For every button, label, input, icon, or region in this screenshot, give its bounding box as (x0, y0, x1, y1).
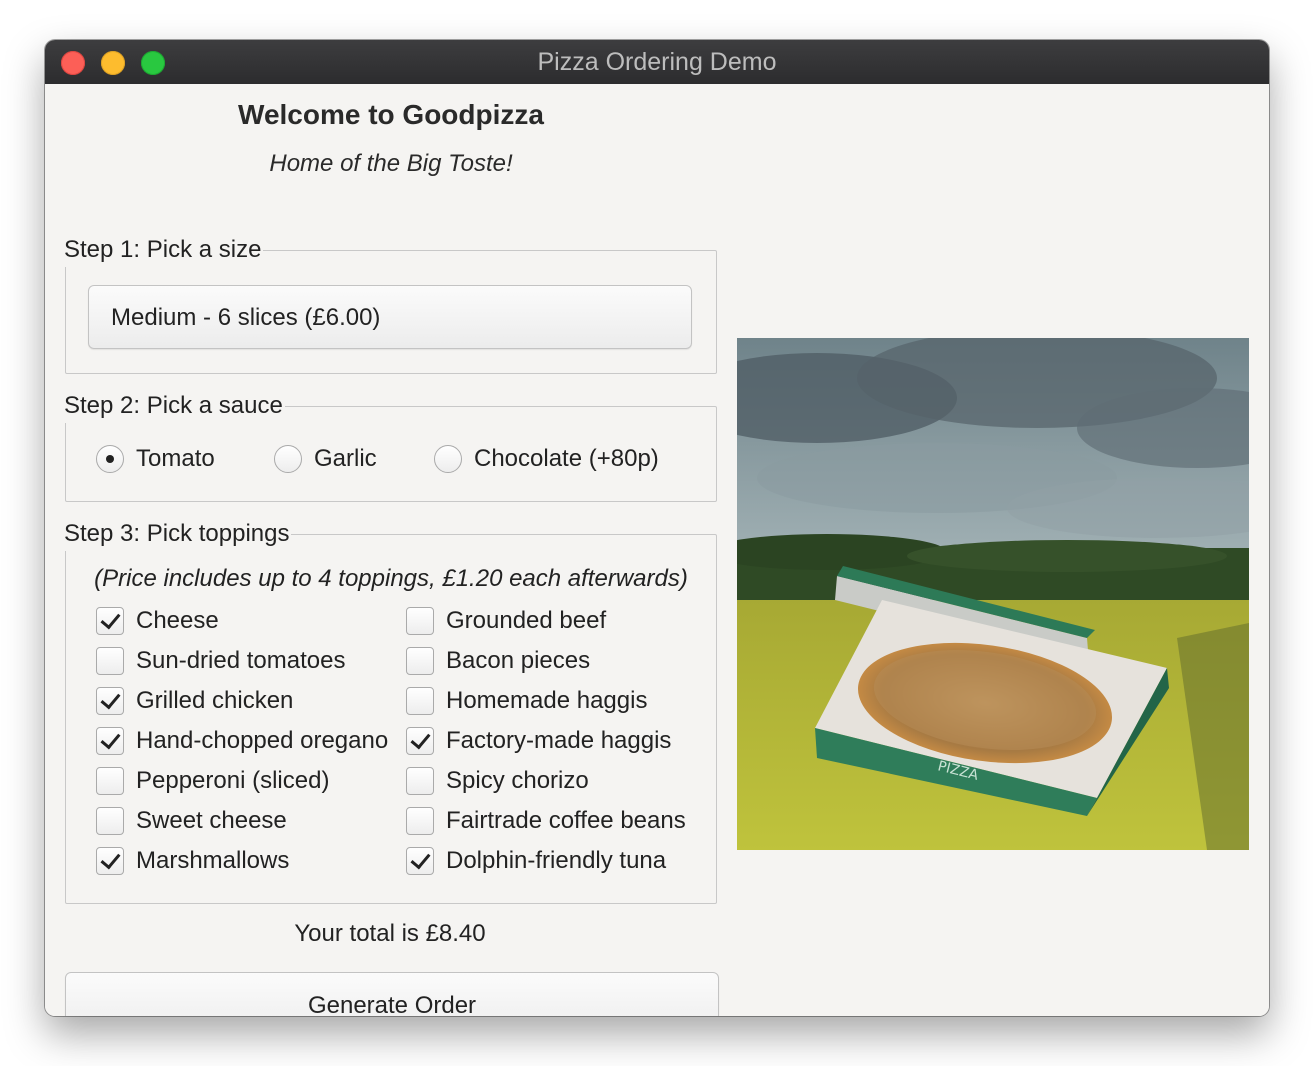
checkbox[interactable] (406, 767, 434, 795)
radio-label: Tomato (136, 445, 215, 472)
topping-grilled-chicken[interactable]: Grilled chicken (96, 686, 293, 716)
welcome-heading: Welcome to Goodpizza (238, 99, 544, 130)
topping-hand-chopped-oregano[interactable]: Hand-chopped oregano (96, 726, 388, 756)
main-content: Welcome to Goodpizza Home of the Big Tos… (45, 84, 1269, 1016)
topping-sun-dried-tomatoes[interactable]: Sun-dried tomatoes (96, 646, 345, 676)
radio-button[interactable] (434, 445, 462, 473)
checkbox-label: Hand-chopped oregano (136, 727, 389, 754)
toppings-group-title: Step 3: Pick toppings (64, 517, 292, 551)
topping-factory-made-haggis[interactable]: Factory-made haggis (406, 726, 671, 756)
topping-marshmallows[interactable]: Marshmallows (96, 846, 289, 876)
topping-homemade-haggis[interactable]: Homemade haggis (406, 686, 647, 716)
checkbox[interactable] (406, 647, 434, 675)
checkbox[interactable] (406, 727, 434, 755)
pizza-box-image: PIZZA (737, 338, 1249, 850)
tagline: Home of the Big Toste! (269, 150, 513, 177)
checkbox-label: Sun-dried tomatoes (136, 647, 346, 674)
checkbox-label: Spicy chorizo (446, 767, 589, 794)
checkbox-label: Fairtrade coffee beans (446, 807, 686, 834)
order-total: Your total is £8.40 (294, 920, 486, 947)
checkbox-label: Marshmallows (136, 847, 290, 874)
topping-grounded-beef[interactable]: Grounded beef (406, 606, 606, 636)
checkbox-label: Grilled chicken (136, 687, 294, 714)
checkbox[interactable] (96, 727, 124, 755)
checkbox-label: Bacon pieces (446, 647, 591, 674)
generate-order-button[interactable]: Generate Order (65, 972, 719, 1016)
checkbox[interactable] (96, 847, 124, 875)
title-bar[interactable]: Pizza Ordering Demo (45, 40, 1269, 85)
topping-pepperoni[interactable]: Pepperoni (sliced) (96, 766, 329, 796)
app-window: Pizza Ordering Demo Welcome to Goodpizza… (45, 40, 1269, 1016)
size-group: Step 1: Pick a size Medium - 6 slices (£… (64, 233, 717, 374)
radio-button[interactable] (96, 445, 124, 473)
size-select[interactable]: Medium - 6 slices (£6.00) (88, 285, 692, 349)
checkbox-label: Cheese (136, 607, 219, 634)
sauce-radio-tomato[interactable]: Tomato (96, 443, 215, 475)
topping-sweet-cheese[interactable]: Sweet cheese (96, 806, 287, 836)
sauce-group-title: Step 2: Pick a sauce (64, 389, 285, 423)
topping-bacon-pieces[interactable]: Bacon pieces (406, 646, 590, 676)
topping-cheese[interactable]: Cheese (96, 606, 219, 636)
checkbox[interactable] (406, 847, 434, 875)
sauce-group: Step 2: Pick a sauce Tomato Garlic Choco… (64, 389, 717, 502)
sauce-radio-chocolate[interactable]: Chocolate (+80p) (434, 443, 659, 475)
checkbox[interactable] (96, 807, 124, 835)
toppings-price-note: (Price includes up to 4 toppings, £1.20 … (94, 565, 688, 592)
checkbox-label: Factory-made haggis (446, 727, 672, 754)
checkbox-label: Grounded beef (446, 607, 607, 634)
checkbox-label: Homemade haggis (446, 687, 648, 714)
checkbox-label: Pepperoni (sliced) (136, 767, 330, 794)
checkbox[interactable] (406, 687, 434, 715)
topping-spicy-chorizo[interactable]: Spicy chorizo (406, 766, 589, 796)
checkbox[interactable] (96, 767, 124, 795)
checkbox-label: Dolphin-friendly tuna (446, 847, 667, 874)
checkbox[interactable] (406, 807, 434, 835)
radio-label: Garlic (314, 445, 377, 472)
topping-fairtrade-coffee-beans[interactable]: Fairtrade coffee beans (406, 806, 686, 836)
sauce-radio-garlic[interactable]: Garlic (274, 443, 377, 475)
checkbox[interactable] (96, 647, 124, 675)
size-group-title: Step 1: Pick a size (64, 233, 264, 267)
checkbox[interactable] (96, 607, 124, 635)
window-title: Pizza Ordering Demo (537, 48, 777, 76)
topping-dolphin-friendly-tuna[interactable]: Dolphin-friendly tuna (406, 846, 666, 876)
radio-label: Chocolate (+80p) (474, 445, 659, 472)
checkbox-label: Sweet cheese (136, 807, 287, 834)
checkbox[interactable] (96, 687, 124, 715)
radio-button[interactable] (274, 445, 302, 473)
toppings-group: Step 3: Pick toppings (Price includes up… (64, 517, 717, 904)
checkbox[interactable] (406, 607, 434, 635)
